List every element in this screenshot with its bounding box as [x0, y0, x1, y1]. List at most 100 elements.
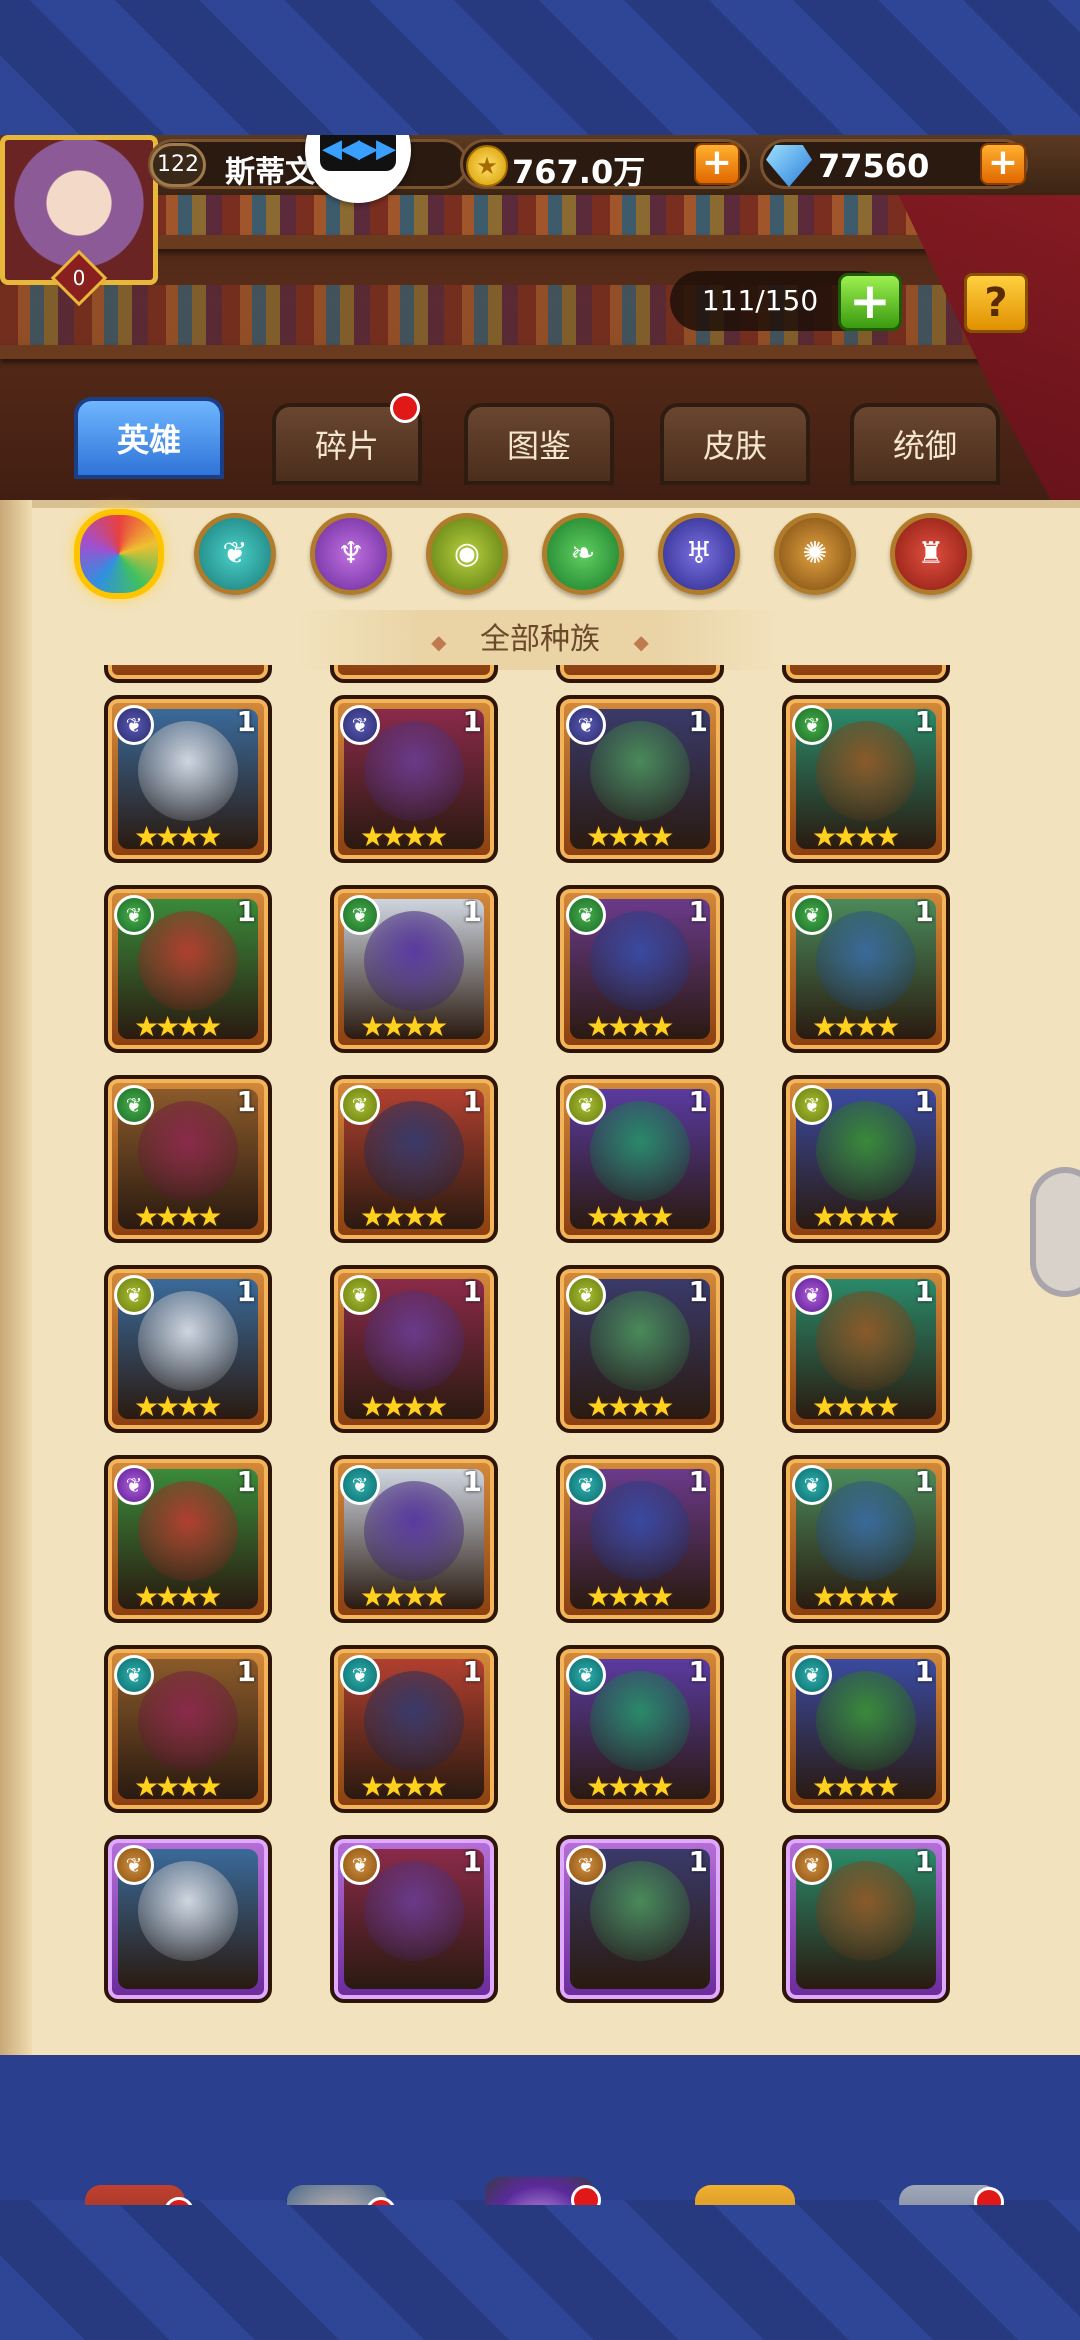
hero-level: 1	[914, 705, 934, 738]
hero-face	[138, 911, 238, 1011]
tab-command[interactable]: 统御	[850, 403, 1000, 485]
hero-level: 1	[688, 1085, 708, 1118]
diamond-bullet-right-icon: ◆	[633, 630, 649, 654]
hero-card[interactable]: ❦ 1	[556, 1835, 724, 2003]
hero-card[interactable]: ❦ 1 ★★★★	[556, 1455, 724, 1623]
tab-skins[interactable]: 皮肤	[660, 403, 810, 485]
hero-level: 1	[236, 705, 256, 738]
add-diamond-button[interactable]: +	[980, 143, 1026, 185]
hero-card[interactable]: ❦ 1 ★★★★	[782, 885, 950, 1053]
hero-card[interactable]: ❦ 1 ★★★★	[104, 1645, 272, 1813]
hero-face	[816, 1481, 916, 1581]
hero-card[interactable]: ❦ 1 ★★★★	[556, 1075, 724, 1243]
race-badge-icon: ❦	[792, 705, 832, 745]
hero-card[interactable]: ❦ 1 ★★★★	[104, 1455, 272, 1623]
hero-card[interactable]: ❦ 1 ★★★★	[782, 1645, 950, 1813]
player-level-badge: 122	[150, 143, 206, 187]
race-5-icon[interactable]: ♅	[658, 513, 740, 595]
diamond-bullet-left-icon: ◆	[431, 630, 447, 654]
race-badge-icon: ❦	[340, 1085, 380, 1125]
race-badge-icon: ❦	[114, 1465, 154, 1505]
player-avatar[interactable]: 0	[0, 135, 158, 307]
hero-face	[364, 1291, 464, 1391]
hero-stars: ★★★★	[360, 1770, 448, 1803]
hero-face	[138, 1671, 238, 1771]
hero-card[interactable]: ❦ 1 ★★★★	[782, 695, 950, 863]
hero-card[interactable]: ❦ 1	[330, 1835, 498, 2003]
hero-level: 1	[914, 1655, 934, 1688]
hero-stars: ★★★★	[134, 820, 222, 853]
hero-card[interactable]: ❦ 1 ★★★★	[782, 1265, 950, 1433]
hero-card[interactable]: ❦ 1 ★★★★	[330, 1645, 498, 1813]
gold-coin-icon: ★	[466, 145, 508, 187]
hero-card[interactable]: ❦ 1 ★★★★	[330, 1265, 498, 1433]
hero-card[interactable]: ❦ 1 ★★★★	[556, 695, 724, 863]
hero-level: 1	[914, 1085, 934, 1118]
hero-card[interactable]: ❦ 1 ★★★★	[782, 1075, 950, 1243]
hero-face	[364, 911, 464, 1011]
race-badge-icon: ❦	[114, 1655, 154, 1695]
tab-codex[interactable]: 图鉴	[464, 403, 614, 485]
expand-capacity-button[interactable]: +	[838, 273, 902, 331]
hero-card-partial[interactable]	[782, 665, 950, 683]
hero-face	[138, 1861, 238, 1961]
race-badge-icon: ❦	[340, 1275, 380, 1315]
side-drawer-handle[interactable]	[1030, 1167, 1080, 1297]
hero-card[interactable]: ❦ 1 ★★★★	[330, 885, 498, 1053]
hero-card[interactable]: ❦ 1 ★★★★	[556, 1645, 724, 1813]
hero-card[interactable]: ❦ 1 ★★★★	[330, 695, 498, 863]
hero-level: 1	[688, 1465, 708, 1498]
race-filter-label[interactable]: ◆ 全部种族 ◆	[300, 610, 780, 670]
hero-face	[590, 1101, 690, 1201]
nav-guild[interactable]: 公会	[864, 2185, 1034, 2205]
hero-card[interactable]: ❦ 1 ★★★★	[330, 1075, 498, 1243]
hero-stars: ★★★★	[134, 1200, 222, 1233]
hero-card[interactable]: ❦ 1	[782, 1835, 950, 2003]
hero-level: 1	[462, 895, 482, 928]
hero-level: 1	[688, 895, 708, 928]
hero-face	[590, 911, 690, 1011]
hero-card[interactable]: ❦ 1 ★★★★	[556, 885, 724, 1053]
backpack-icon	[695, 2185, 795, 2205]
race-1-icon[interactable]: ❦	[194, 513, 276, 595]
hero-card[interactable]: ❦ 1 ★★★★	[104, 1265, 272, 1433]
race-6-icon[interactable]: ✺	[774, 513, 856, 595]
hero-card[interactable]: ❦ 1 ★★★★	[104, 885, 272, 1053]
hero-card-partial[interactable]	[556, 665, 724, 683]
hero-face	[138, 1291, 238, 1391]
nav-heroes[interactable]: 英雄	[252, 2185, 422, 2205]
hero-face	[816, 1861, 916, 1961]
rewind-forward-icon: ◀◀▶▶	[320, 135, 396, 171]
hero-level: 1	[462, 1655, 482, 1688]
hero-stars: ★★★★	[134, 1010, 222, 1043]
hero-card[interactable]: ❦	[104, 1835, 272, 2003]
hero-level: 1	[914, 895, 934, 928]
hero-card[interactable]: ❦ 1 ★★★★	[330, 1455, 498, 1623]
nav-explore[interactable]: 探险	[455, 2177, 625, 2205]
race-2-icon[interactable]: ♆	[310, 513, 392, 595]
tab-heroes[interactable]: 英雄	[74, 397, 224, 479]
hero-face	[590, 721, 690, 821]
help-button[interactable]: ?	[964, 273, 1028, 333]
hero-card[interactable]: ❦ 1 ★★★★	[782, 1455, 950, 1623]
hero-face	[138, 721, 238, 821]
race-3-icon[interactable]: ◉	[426, 513, 508, 595]
add-gold-button[interactable]: +	[694, 143, 740, 185]
race-7-icon[interactable]: ♜	[890, 513, 972, 595]
nav-main-city[interactable]: 主城	[50, 2185, 220, 2205]
hero-card[interactable]: ❦ 1 ★★★★	[104, 695, 272, 863]
all-races-icon[interactable]	[74, 509, 164, 599]
race-badge-icon: ❦	[340, 895, 380, 935]
hero-card[interactable]: ❦ 1 ★★★★	[556, 1265, 724, 1433]
hero-face	[364, 1101, 464, 1201]
hero-card[interactable]: ❦ 1 ★★★★	[104, 1075, 272, 1243]
race-4-icon[interactable]: ❧	[542, 513, 624, 595]
nav-backpack[interactable]: 背包	[660, 2185, 830, 2205]
hero-stars: ★★★★	[586, 820, 674, 853]
hero-grid: ❦ 1 ★★★★ ❦ 1 ★★★★ ❦ 1 ★★★★ ❦ 1 ★★★★ ❦ 1 ★★★★ ❦ 1 ★★★★ ❦ 1 ★★…	[104, 665, 964, 2160]
hero-stars: ★★★★	[360, 1200, 448, 1233]
hero-card-partial[interactable]	[104, 665, 272, 683]
hero-card-partial[interactable]	[330, 665, 498, 683]
hero-level: 1	[462, 1275, 482, 1308]
hero-level: 1	[462, 1085, 482, 1118]
